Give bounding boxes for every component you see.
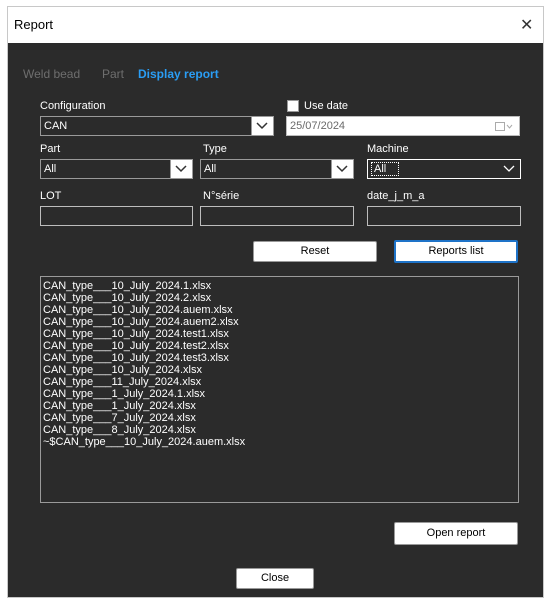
close-icon[interactable]: ✕ <box>520 15 533 35</box>
dialog-body: Weld bead Part Display report Configurat… <box>8 43 543 597</box>
list-item[interactable]: CAN_type___7_July_2024.xlsx <box>41 412 518 424</box>
tab-display-report[interactable]: Display report <box>138 67 219 81</box>
title-bar: Report ✕ <box>8 7 543 43</box>
list-item[interactable]: CAN_type___1_July_2024.1.xlsx <box>41 388 518 400</box>
type-select[interactable]: All <box>200 159 354 179</box>
list-item[interactable]: CAN_type___8_July_2024.xlsx <box>41 424 518 436</box>
machine-value: All <box>371 162 400 176</box>
close-button[interactable]: Close <box>236 568 314 589</box>
list-item[interactable]: CAN_type___10_July_2024.xlsx <box>41 364 518 376</box>
configuration-value: CAN <box>44 120 68 132</box>
reset-button[interactable]: Reset <box>253 241 377 262</box>
chevron-down-icon <box>331 160 353 178</box>
reports-listbox[interactable]: CAN_type___10_July_2024.1.xlsx CAN_type__… <box>40 276 519 503</box>
date-jma-input[interactable] <box>367 206 521 226</box>
date-picker[interactable]: 25/07/2024 <box>286 116 520 136</box>
list-item[interactable]: ~$CAN_type___10_July_2024.auem.xlsx <box>41 436 518 448</box>
list-item[interactable]: CAN_type___10_July_2024.test1.xlsx <box>41 328 518 340</box>
calendar-icon[interactable] <box>495 122 513 134</box>
use-date-checkbox[interactable] <box>287 100 299 112</box>
part-value: All <box>44 163 57 175</box>
use-date-label: Use date <box>304 100 349 112</box>
tab-weld-bead[interactable]: Weld bead <box>23 67 80 81</box>
lot-label: LOT <box>40 190 62 202</box>
list-item[interactable]: CAN_type___10_July_2024.1.xlsx <box>41 280 518 292</box>
date-jma-label: date_j_m_a <box>367 190 425 202</box>
chevron-down-icon <box>499 160 520 178</box>
list-item[interactable]: CAN_type___1_July_2024.xlsx <box>41 400 518 412</box>
configuration-select[interactable]: CAN <box>40 116 274 136</box>
list-item[interactable]: CAN_type___11_July_2024.xlsx <box>41 376 518 388</box>
machine-label: Machine <box>367 143 409 155</box>
part-label: Part <box>40 143 61 155</box>
list-item[interactable]: CAN_type___10_July_2024.auem2.xlsx <box>41 316 518 328</box>
open-report-button[interactable]: Open report <box>394 522 518 545</box>
report-dialog: Report ✕ Weld bead Part Display report C… <box>7 6 544 598</box>
tab-part[interactable]: Part <box>102 67 124 81</box>
machine-select[interactable]: All <box>367 159 521 179</box>
type-value: All <box>204 163 217 175</box>
window-title: Report <box>14 17 54 32</box>
configuration-label: Configuration <box>40 100 106 112</box>
serial-label: N°série <box>203 190 240 202</box>
chevron-down-icon <box>251 117 273 135</box>
type-label: Type <box>203 143 227 155</box>
chevron-down-icon <box>170 160 192 178</box>
serial-input[interactable] <box>200 206 354 226</box>
list-item[interactable]: CAN_type___10_July_2024.2.xlsx <box>41 292 518 304</box>
part-select[interactable]: All <box>40 159 193 179</box>
reports-list-button[interactable]: Reports list <box>394 240 518 263</box>
list-item[interactable]: CAN_type___10_July_2024.test3.xlsx <box>41 352 518 364</box>
list-item[interactable]: CAN_type___10_July_2024.auem.xlsx <box>41 304 518 316</box>
list-item[interactable]: CAN_type___10_July_2024.test2.xlsx <box>41 340 518 352</box>
lot-input[interactable] <box>40 206 193 226</box>
date-value: 25/07/2024 <box>290 120 346 132</box>
